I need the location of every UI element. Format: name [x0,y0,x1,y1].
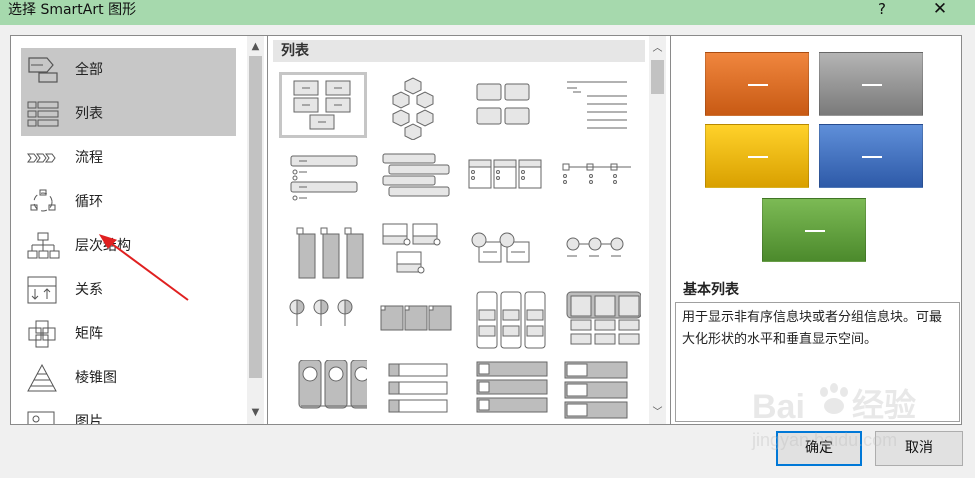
svg-text:jingyan.baidu.com: jingyan.baidu.com [751,430,897,450]
matrix-icon [28,320,56,348]
scroll-up-icon[interactable]: ▲ [247,38,264,55]
category-label: 全部 [75,62,103,78]
category-label: 关系 [75,282,103,298]
category-label: 列表 [75,106,103,122]
cycle-icon [30,189,56,212]
layout-thumbnail[interactable] [553,360,641,424]
layout-thumbnail[interactable] [369,290,457,356]
pane-divider [670,36,671,424]
layout-thumbnail[interactable] [279,72,367,138]
category-label: 层次结构 [75,238,131,254]
category-item-pyramid[interactable]: 棱锥图 [21,356,236,400]
layout-thumbnail[interactable] [553,290,642,356]
category-item-cycle[interactable]: 循环 [21,180,236,224]
layout-thumbnail[interactable] [461,146,549,212]
dialog-title: 选择 SmartArt 图形 [8,2,137,18]
category-label: 棱锥图 [75,370,117,386]
layout-thumbnail[interactable] [279,218,367,284]
svg-text:经验: 经验 [852,387,916,423]
scroll-down-icon[interactable]: ﹀ [649,404,666,421]
category-item-matrix[interactable]: 矩阵 [21,312,236,356]
layout-thumbnail[interactable] [461,74,549,140]
scrollbar-thumb[interactable] [651,60,664,94]
layout-gallery: 列表 [269,36,669,424]
category-list: 全部 列表 流程 循环 层次结构 关系 矩阵 棱锥图 图片 [11,36,267,424]
watermark: Bai 经验 jingyan.baidu.com [748,370,948,475]
preview-title: 基本列表 [683,282,739,298]
close-button[interactable]: ✕ [925,0,955,18]
category-label: 循环 [75,194,103,210]
category-item-process[interactable]: 流程 [21,136,236,180]
layout-thumbnail[interactable] [553,218,641,284]
category-item-hierarchy[interactable]: 层次结构 [21,224,236,268]
preview-shape-green [762,198,866,262]
category-item-picture[interactable]: 图片 [21,400,236,424]
layout-thumbnail[interactable] [553,146,641,212]
category-item-relationship[interactable]: 关系 [21,268,236,312]
layout-thumbnail[interactable] [279,146,367,212]
category-label: 图片 [75,414,103,424]
category-scrollbar[interactable]: ▲ ▼ [247,36,264,424]
category-label: 矩阵 [75,326,103,342]
list-icon [27,101,59,127]
layout-thumbnail[interactable] [279,359,374,424]
category-item-all[interactable]: 全部 [21,48,236,92]
svg-text:Bai: Bai [752,388,805,426]
hierarchy-icon [27,232,60,259]
layout-thumbnail[interactable] [369,360,457,424]
layout-thumbnail[interactable] [369,74,457,141]
layout-thumbnail[interactable] [279,290,367,356]
all-icon [28,57,58,83]
preview-shape-blue [819,124,923,188]
layout-thumbnail[interactable] [553,74,641,140]
baidu-jingyan-logo: Bai 经验 jingyan.baidu.com [751,383,916,450]
gallery-scrollbar[interactable]: ︿ ﹀ [649,36,666,424]
category-item-list[interactable]: 列表 [21,92,236,136]
help-button[interactable]: ? [872,0,892,18]
preview-shape-gray [819,52,923,116]
category-label: 流程 [75,150,103,166]
layout-thumbnail[interactable] [461,218,549,284]
scroll-down-icon[interactable]: ▼ [247,404,264,421]
preview-shape-yellow [705,124,809,188]
pane-divider [267,36,268,424]
dialog-body: 全部 列表 流程 循环 层次结构 关系 矩阵 棱锥图 图片 ▲ ▼ 列表 ︿ ﹀… [10,35,962,425]
title-bar: 选择 SmartArt 图形 ? ✕ [0,0,975,25]
pyramid-icon [27,364,57,392]
preview-shape-orange [705,52,809,116]
gallery-section-header: 列表 [273,40,645,62]
process-icon [27,153,56,163]
preview-pane: 基本列表 用于显示非有序信息块或者分组信息块。可最大化形状的水平和垂直显示空间。 [673,36,963,424]
picture-icon [27,411,55,424]
relationship-icon [27,276,57,304]
scrollbar-thumb[interactable] [249,56,262,378]
layout-thumbnail[interactable] [369,218,457,284]
layout-thumbnail[interactable] [369,146,457,212]
layout-thumbnail[interactable] [461,290,549,356]
scroll-up-icon[interactable]: ︿ [649,40,666,57]
layout-thumbnail[interactable] [461,360,549,424]
